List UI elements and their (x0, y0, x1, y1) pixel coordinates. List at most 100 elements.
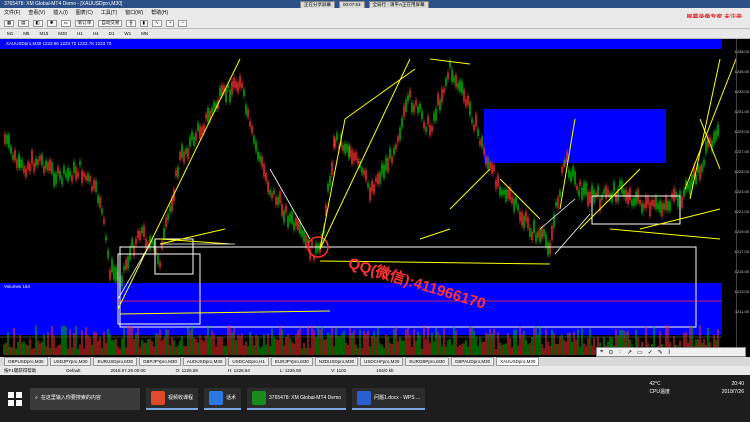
candle (667, 201, 669, 211)
candle (342, 144, 344, 152)
chart-tab[interactable]: USDJPYpro,M30 (49, 357, 92, 366)
chart-tab[interactable]: AUDUSDpro,M30 (182, 357, 227, 366)
menu-help[interactable]: 帮助(H) (151, 8, 168, 18)
candle (351, 150, 353, 164)
taskbar-app-script[interactable]: 话术 (204, 387, 242, 410)
candle (29, 164, 31, 172)
tf-mn[interactable]: MN (138, 31, 151, 36)
candle (33, 163, 35, 172)
rectangle-icon[interactable]: ▭ (637, 349, 643, 356)
pen-icon[interactable]: ✎ (658, 349, 663, 356)
terminal-icon[interactable]: ▭ (60, 19, 71, 27)
taskbar-app-video[interactable]: 视频收课程 (146, 387, 199, 410)
candle (361, 168, 363, 174)
candle (10, 146, 12, 154)
trend-line (579, 168, 641, 230)
candle (585, 182, 587, 195)
candle-chart-icon[interactable]: ▮ (139, 19, 149, 27)
chart-tab[interactable]: EURUSDpro,M30 (93, 357, 137, 366)
candle (543, 229, 545, 237)
auto-trade-button[interactable]: 自动交易 (98, 19, 123, 27)
candle (393, 147, 395, 155)
candle (199, 125, 201, 140)
candle (497, 175, 499, 187)
system-clock[interactable]: 20:40 2018/7/26 (722, 380, 744, 396)
candle (51, 161, 53, 174)
profiles-icon[interactable]: ▤ (18, 19, 29, 27)
chart-tab[interactable]: USDCADpro,H1 (228, 357, 269, 366)
crosshair-icon[interactable]: ⌖ (600, 349, 603, 356)
tf-d1[interactable]: D1 (106, 31, 118, 36)
candle (519, 211, 521, 221)
candle (111, 259, 113, 273)
taskbar-app-wps[interactable]: 问题1.docx - WPS ... (352, 387, 426, 410)
chart-tab[interactable]: NZDUSDpro,M30 (314, 357, 359, 366)
candle (71, 175, 73, 182)
tf-m1[interactable]: M1 (4, 31, 16, 36)
candle (433, 113, 435, 122)
chart-canvas[interactable] (0, 39, 736, 357)
candle (229, 89, 231, 103)
arrow-icon[interactable]: ↗ (627, 349, 632, 356)
menu-tools[interactable]: 工具(T) (101, 8, 117, 18)
menu-window[interactable]: 窗口(W) (125, 8, 143, 18)
chart-tab[interactable]: USDCHFpro,M30 (360, 357, 404, 366)
ellipse-icon[interactable]: ◌ (618, 349, 622, 355)
candle (155, 248, 157, 253)
candle (41, 154, 43, 166)
zoom-out-icon[interactable]: − (178, 19, 188, 27)
candle (465, 99, 467, 106)
candle (439, 99, 441, 111)
windows-start-icon[interactable] (6, 390, 24, 408)
candle (483, 147, 485, 155)
check-icon[interactable]: ✓ (648, 349, 653, 356)
navigator-icon[interactable]: ✱ (46, 19, 57, 27)
candle (521, 212, 523, 226)
taskbar-search[interactable]: ⌕ 在这里输入你要搜索的内容 (30, 387, 140, 410)
zoom-in-icon[interactable]: + (165, 19, 175, 27)
new-chart-icon[interactable]: ▦ (4, 19, 15, 27)
candle (183, 151, 185, 163)
new-order-button[interactable]: 新订单 (74, 19, 95, 27)
chart-tab[interactable]: EURGBPpro,M30 (405, 357, 449, 366)
chart-tab[interactable]: GBPAUDpro,M30 (450, 357, 495, 366)
candle (59, 171, 61, 179)
tf-m5[interactable]: M5 (20, 31, 32, 36)
chart-tab[interactable]: GBPUSDpro,M30 (4, 357, 48, 366)
candle (329, 176, 331, 186)
market-watch-icon[interactable]: ◧ (32, 19, 43, 27)
chart-tab-active[interactable]: XAUUSDpro,M30 (496, 357, 540, 366)
candle (391, 156, 393, 164)
menu-insert[interactable]: 插入(I) (53, 8, 68, 18)
candle (177, 167, 179, 178)
eraser-icon[interactable]: ⌇ (668, 349, 671, 356)
candle (487, 158, 489, 169)
bar-chart-icon[interactable]: ╫ (126, 19, 136, 27)
cpu-temp-label: CPU温度 (649, 389, 670, 395)
tf-m15[interactable]: M15 (37, 31, 52, 36)
tf-w1[interactable]: W1 (121, 31, 134, 36)
candle (399, 127, 401, 140)
price-label: 1225.00 (734, 169, 749, 174)
price-label: 1215.00 (734, 269, 749, 274)
chart-tab[interactable]: EURJPYpro,M30 (270, 357, 313, 366)
menu-file[interactable]: 文件(F) (4, 8, 20, 18)
status-datetime: 2018.07.25 00:00 (110, 368, 146, 373)
menu-view[interactable]: 查看(V) (28, 8, 45, 18)
trend-line (319, 118, 346, 250)
price-chart[interactable] (0, 39, 736, 357)
candle (669, 201, 671, 211)
tf-m30[interactable]: M30 (55, 31, 70, 36)
taskbar-app-mt4[interactable]: 3765478: XM Global-MT4 Demo (247, 387, 347, 410)
tf-h1[interactable]: H1 (74, 31, 86, 36)
candle (541, 227, 543, 239)
tf-h4[interactable]: H4 (90, 31, 102, 36)
candle (4, 134, 6, 144)
circle-icon[interactable]: ⊙ (608, 349, 613, 356)
menu-charts[interactable]: 图表(C) (76, 8, 93, 18)
candle (471, 118, 473, 124)
candle (651, 200, 653, 206)
line-chart-icon[interactable]: ∿ (152, 19, 162, 27)
candle (91, 186, 93, 192)
chart-tab[interactable]: GBPJPYpro,M30 (138, 357, 181, 366)
